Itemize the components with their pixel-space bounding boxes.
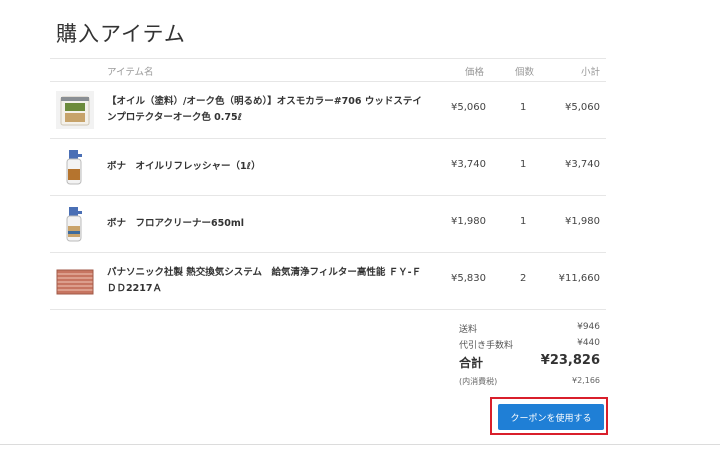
item-name[interactable]: 【オイル（塗料）/オーク色（明るめ）】オスモカラー#706 ウッドステインプロテ… — [107, 82, 427, 138]
shipping-label: 送料 — [459, 325, 478, 335]
tax-label: (内消費税) — [459, 377, 498, 386]
spray-bottle-icon[interactable] — [56, 148, 94, 186]
item-qty: 1 — [520, 102, 527, 113]
page-title: 購入アイテム — [56, 22, 186, 46]
item-qty: 1 — [520, 216, 527, 227]
item-price: ¥3,740 — [451, 159, 486, 170]
table-row: パナソニック社製 熱交換気システム 給気清浄フィルター高性能 ＦＹ-ＦＤＤ221… — [50, 253, 606, 310]
spray-bottle-icon[interactable] — [56, 205, 94, 243]
item-qty: 1 — [520, 159, 527, 170]
total-row: 合計 ¥23,826 — [459, 352, 600, 374]
item-name[interactable]: ボナ フロアクリーナー650ml — [107, 196, 427, 252]
cod-fee-label: 代引き手数料 — [459, 341, 514, 351]
table-row: ボナ フロアクリーナー650ml ¥1,980 1 ¥1,980 — [50, 196, 606, 253]
item-price: ¥5,830 — [451, 273, 486, 284]
cart-table: アイテム名 価格 個数 小計 【オイル（塗料）/オーク色（明るめ）】オスモカラー… — [50, 58, 606, 310]
table-row: ボナ オイルリフレッシャー（1ℓ） ¥3,740 1 ¥3,740 — [50, 139, 606, 196]
table-row: 【オイル（塗料）/オーク色（明るめ）】オスモカラー#706 ウッドステインプロテ… — [50, 82, 606, 139]
cod-fee-value: ¥440 — [577, 338, 600, 348]
table-header: アイテム名 価格 個数 小計 — [50, 58, 606, 82]
item-subtotal: ¥5,060 — [565, 102, 600, 113]
item-name[interactable]: ボナ オイルリフレッシャー（1ℓ） — [107, 139, 427, 195]
item-price: ¥1,980 — [451, 216, 486, 227]
header-item: アイテム名 — [107, 67, 154, 78]
shipping-value: ¥946 — [577, 322, 600, 332]
header-price: 価格 — [464, 67, 484, 78]
item-subtotal: ¥3,740 — [565, 159, 600, 170]
item-price: ¥5,060 — [451, 102, 486, 113]
header-qty: 個数 — [515, 67, 535, 78]
use-coupon-button[interactable]: クーポンを使用する — [498, 404, 604, 430]
filter-icon[interactable] — [56, 262, 94, 300]
item-subtotal: ¥11,660 — [558, 273, 600, 284]
order-summary: 送料 ¥946 代引き手数料 ¥440 合計 ¥23,826 (内消費税) ¥2… — [459, 320, 600, 390]
shipping-row: 送料 ¥946 — [459, 320, 600, 336]
cod-fee-row: 代引き手数料 ¥440 — [459, 336, 600, 352]
total-value: ¥23,826 — [540, 353, 600, 368]
divider — [0, 444, 720, 445]
item-subtotal: ¥1,980 — [565, 216, 600, 227]
item-name[interactable]: パナソニック社製 熱交換気システム 給気清浄フィルター高性能 ＦＹ-ＦＤＤ221… — [107, 253, 427, 309]
item-qty: 2 — [520, 273, 527, 284]
total-label: 合計 — [459, 356, 484, 370]
header-subtotal: 小計 — [580, 67, 600, 78]
paint-can-icon[interactable] — [56, 91, 94, 129]
tax-value: ¥2,166 — [572, 376, 600, 385]
tax-row: (内消費税) ¥2,166 — [459, 374, 600, 390]
